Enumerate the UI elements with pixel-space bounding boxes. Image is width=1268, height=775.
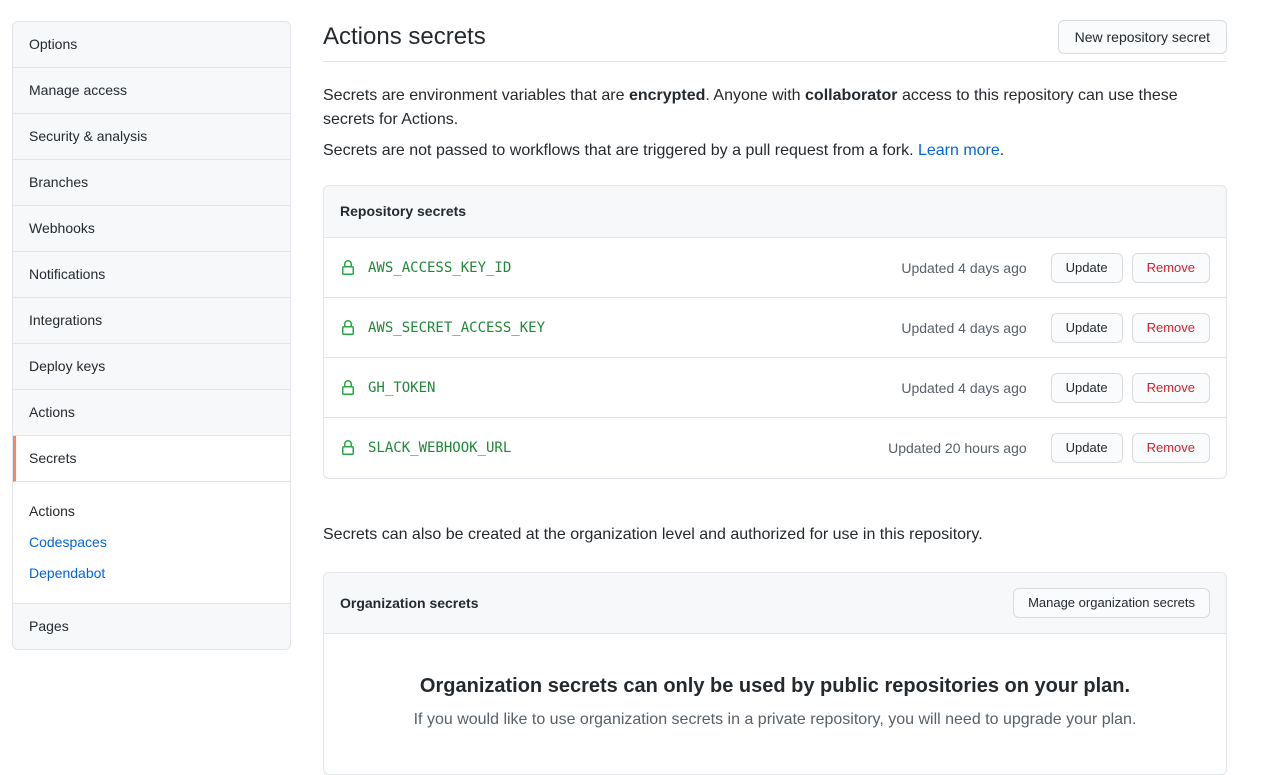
remove-button[interactable]: Remove bbox=[1132, 253, 1210, 283]
sidebar-item-deploy-keys[interactable]: Deploy keys bbox=[13, 344, 290, 390]
secret-row-aws-secret-access-key: AWS_SECRET_ACCESS_KEY Updated 4 days ago… bbox=[324, 298, 1226, 358]
remove-button[interactable]: Remove bbox=[1132, 373, 1210, 403]
organization-note: Secrets can also be created at the organ… bbox=[323, 523, 1227, 547]
page-header: Actions secrets New repository secret bbox=[323, 21, 1227, 53]
blankslate-title: Organization secrets can only be used by… bbox=[356, 674, 1194, 699]
sidebar-item-notifications[interactable]: Notifications bbox=[13, 252, 290, 298]
secret-row-slack-webhook-url: SLACK_WEBHOOK_URL Updated 20 hours ago U… bbox=[324, 418, 1226, 478]
organization-secrets-blankslate: Organization secrets can only be used by… bbox=[324, 634, 1226, 774]
main-content: Actions secrets New repository secret Se… bbox=[323, 21, 1227, 775]
header-divider bbox=[323, 61, 1227, 62]
lock-icon bbox=[340, 380, 356, 396]
lock-icon bbox=[340, 260, 356, 276]
sidebar-item-options[interactable]: Options bbox=[13, 22, 290, 68]
intro-text: Secrets are environment variables that a… bbox=[323, 84, 1227, 163]
secret-row-gh-token: GH_TOKEN Updated 4 days ago Update Remov… bbox=[324, 358, 1226, 418]
sidebar-item-manage-access[interactable]: Manage access bbox=[13, 68, 290, 114]
remove-button[interactable]: Remove bbox=[1132, 313, 1210, 343]
blankslate-text: If you would like to use organization se… bbox=[356, 708, 1194, 732]
sidebar-item-integrations[interactable]: Integrations bbox=[13, 298, 290, 344]
update-button[interactable]: Update bbox=[1051, 253, 1123, 283]
repository-secrets-header: Repository secrets bbox=[324, 186, 1226, 238]
secret-name: AWS_SECRET_ACCESS_KEY bbox=[368, 320, 545, 336]
remove-button[interactable]: Remove bbox=[1132, 433, 1210, 463]
intro-bold-collaborator: collaborator bbox=[805, 87, 897, 104]
sidebar-item-security-analysis[interactable]: Security & analysis bbox=[13, 114, 290, 160]
intro-seg: . bbox=[1000, 142, 1004, 159]
intro-seg: Secrets are environment variables that a… bbox=[323, 87, 629, 104]
lock-icon bbox=[340, 440, 356, 456]
sidebar-item-pages[interactable]: Pages bbox=[13, 604, 290, 649]
organization-secrets-box: Organization secrets Manage organization… bbox=[323, 572, 1227, 775]
subnav-link-codespaces[interactable]: Codespaces bbox=[29, 527, 274, 558]
organization-secrets-title: Organization secrets bbox=[340, 595, 479, 612]
update-button[interactable]: Update bbox=[1051, 433, 1123, 463]
repository-secrets-box: Repository secrets AWS_ACCESS_KEY_ID Upd… bbox=[323, 185, 1227, 479]
intro-seg: Secrets are not passed to workflows that… bbox=[323, 142, 918, 159]
secrets-subnav: Actions Codespaces Dependabot bbox=[13, 482, 290, 604]
sidebar-item-branches[interactable]: Branches bbox=[13, 160, 290, 206]
settings-menu: Options Manage access Security & analysi… bbox=[12, 21, 291, 650]
intro-seg: . Anyone with bbox=[705, 87, 805, 104]
subnav-item-actions[interactable]: Actions bbox=[29, 496, 274, 527]
secret-updated: Updated 4 days ago bbox=[901, 380, 1026, 396]
page-title: Actions secrets bbox=[323, 22, 486, 52]
update-button[interactable]: Update bbox=[1051, 373, 1123, 403]
new-repository-secret-button[interactable]: New repository secret bbox=[1058, 20, 1227, 54]
manage-organization-secrets-button[interactable]: Manage organization secrets bbox=[1013, 588, 1210, 618]
intro-line-1: Secrets are environment variables that a… bbox=[323, 84, 1227, 132]
secret-row-aws-access-key-id: AWS_ACCESS_KEY_ID Updated 4 days ago Upd… bbox=[324, 238, 1226, 298]
subnav-link-dependabot[interactable]: Dependabot bbox=[29, 558, 274, 589]
secret-name: AWS_ACCESS_KEY_ID bbox=[368, 260, 511, 276]
secret-updated: Updated 20 hours ago bbox=[888, 440, 1027, 456]
secret-name: GH_TOKEN bbox=[368, 380, 435, 396]
settings-sidebar: Options Manage access Security & analysi… bbox=[12, 21, 291, 650]
secret-updated: Updated 4 days ago bbox=[901, 260, 1026, 276]
secret-updated: Updated 4 days ago bbox=[901, 320, 1026, 336]
update-button[interactable]: Update bbox=[1051, 313, 1123, 343]
sidebar-item-webhooks[interactable]: Webhooks bbox=[13, 206, 290, 252]
lock-icon bbox=[340, 320, 356, 336]
sidebar-item-secrets[interactable]: Secrets bbox=[13, 436, 290, 482]
secret-name: SLACK_WEBHOOK_URL bbox=[368, 440, 511, 456]
organization-secrets-header: Organization secrets Manage organization… bbox=[324, 573, 1226, 634]
sidebar-item-actions[interactable]: Actions bbox=[13, 390, 290, 436]
intro-bold-encrypted: encrypted bbox=[629, 87, 705, 104]
learn-more-link[interactable]: Learn more bbox=[918, 142, 1000, 159]
intro-line-2: Secrets are not passed to workflows that… bbox=[323, 139, 1227, 163]
